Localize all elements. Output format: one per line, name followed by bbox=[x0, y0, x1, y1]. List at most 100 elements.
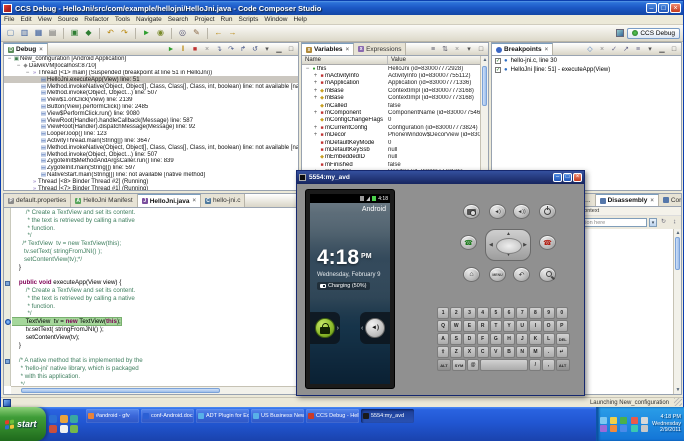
menu-help[interactable]: Help bbox=[293, 16, 306, 23]
task-marker-icon[interactable] bbox=[4, 279, 11, 287]
debug-tree-item[interactable]: » Thread [<8> Binder Thread #2] (Running) bbox=[4, 178, 298, 185]
tray-icon-4[interactable] bbox=[630, 416, 638, 424]
search-icon[interactable]: ◎ bbox=[176, 27, 189, 40]
debug-stack-frame[interactable]: ▤ Method.invokeNative(Object, Object[], C… bbox=[4, 144, 298, 151]
resume-icon[interactable]: ► bbox=[166, 44, 176, 55]
variable-row[interactable]: ■ mDefaultKeySsb null bbox=[302, 146, 488, 153]
end-call-button[interactable]: ☎ bbox=[539, 235, 556, 250]
tree-expander-icon[interactable]: + bbox=[312, 95, 319, 101]
tree-expander-icon[interactable]: − bbox=[304, 66, 311, 72]
key-l[interactable]: L bbox=[542, 333, 555, 345]
key-/[interactable]: / bbox=[529, 359, 542, 371]
key-0[interactable]: 0 bbox=[555, 307, 568, 319]
tray-icon-7[interactable] bbox=[610, 424, 618, 432]
variable-row[interactable]: − ● this HelloJni (id=830007772928) bbox=[302, 65, 488, 72]
run-icon[interactable]: ► bbox=[140, 27, 153, 40]
variable-row[interactable]: ◆ mConfigChangeFlags 0 bbox=[302, 117, 488, 124]
tray-icon-1[interactable] bbox=[600, 416, 607, 424]
menu-refactor[interactable]: Refactor bbox=[84, 16, 109, 23]
skip-breakpoints-icon[interactable]: ◇ bbox=[585, 44, 595, 55]
lock-icon[interactable] bbox=[315, 318, 335, 338]
key-alt[interactable]: ALT bbox=[437, 359, 451, 371]
debug-stack-frame[interactable]: ▤ NativeStart.main(String[]) line: not av… bbox=[4, 172, 298, 179]
debug-stack-frame[interactable]: ▤ Looper.loop() line: 123 bbox=[4, 131, 298, 138]
tray-icon-9[interactable] bbox=[630, 424, 638, 432]
close-icon[interactable]: × bbox=[650, 198, 654, 204]
key-↵[interactable]: ↵ bbox=[555, 346, 568, 358]
key-7[interactable]: 7 bbox=[516, 307, 529, 319]
step-into-icon[interactable]: ↴ bbox=[214, 44, 224, 55]
breakpoint-checkbox[interactable]: ✓ bbox=[495, 57, 501, 64]
navigate-icon[interactable]: ↨ bbox=[670, 218, 679, 227]
key-1[interactable]: 1 bbox=[437, 307, 450, 319]
tray-icon-2[interactable] bbox=[610, 416, 618, 424]
tab-breakpoints[interactable]: Breakpoints × bbox=[492, 43, 554, 55]
key-f[interactable]: F bbox=[476, 333, 489, 345]
tree-expander-icon[interactable]: − bbox=[15, 63, 22, 69]
welcome-icon[interactable] bbox=[3, 398, 11, 407]
key-c[interactable]: C bbox=[476, 346, 489, 358]
key-9[interactable]: 9 bbox=[542, 307, 555, 319]
remove-all-icon[interactable]: ✓ bbox=[609, 44, 619, 55]
key-⇧[interactable]: ⇧ bbox=[437, 346, 450, 358]
key-@[interactable]: @ bbox=[467, 359, 480, 371]
close-icon[interactable]: × bbox=[39, 47, 43, 53]
maximize-button[interactable]: □ bbox=[658, 3, 669, 13]
debug-stack-frame[interactable]: ▤ ZygoteInit.main(String[]) line: 597 bbox=[4, 165, 298, 172]
key-o[interactable]: O bbox=[542, 320, 555, 332]
profile-icon[interactable]: ◉ bbox=[154, 27, 167, 40]
power-button[interactable] bbox=[539, 204, 556, 219]
breakpoint-item[interactable]: ✓ ● HelloJni [line: 51] - executeApp(View) bbox=[492, 65, 681, 74]
key-y[interactable]: Y bbox=[502, 320, 516, 332]
tray-icon-8[interactable] bbox=[620, 424, 628, 432]
debug-stack-frame[interactable]: ▤ Button(View).performClick() line: 2485 bbox=[4, 104, 298, 111]
dpad-left-icon[interactable]: ◀ bbox=[489, 243, 493, 248]
breakpoint-item[interactable]: ✓ ● hello-jni.c, line 30 bbox=[492, 56, 681, 65]
go-to-file-icon[interactable]: ↗ bbox=[621, 44, 631, 55]
forward-icon[interactable]: → bbox=[226, 27, 239, 40]
variable-row[interactable]: +■mDecor PhoneWindow$DecorView (id=830007… bbox=[302, 132, 488, 139]
tray-icon-3[interactable] bbox=[620, 416, 628, 424]
task-marker-icon[interactable] bbox=[4, 357, 11, 365]
quicklaunch-icon-5[interactable] bbox=[59, 425, 68, 433]
variable-row[interactable]: + ■ mComponent ComponentName (id=8300077546… bbox=[302, 109, 488, 116]
back-button[interactable]: ↶ bbox=[513, 267, 530, 282]
tree-expander-icon[interactable]: + bbox=[312, 73, 319, 79]
key-j[interactable]: J bbox=[516, 333, 529, 345]
debug-stack-frame[interactable]: ▤ View$PerformClick.run() line: 9080 bbox=[4, 110, 298, 117]
resize-grip[interactable] bbox=[674, 398, 682, 406]
maximize-view-icon[interactable]: □ bbox=[286, 44, 296, 55]
new-target-configuration-icon[interactable]: ▣ bbox=[68, 27, 81, 40]
quicklaunch-icon-2[interactable] bbox=[59, 415, 68, 423]
minimize-view-icon[interactable]: ▁ bbox=[274, 44, 284, 55]
debug-stack-frame[interactable]: ▤ View$1.onClick(View) line: 2139 bbox=[4, 97, 298, 104]
quicklaunch-icon-4[interactable] bbox=[49, 425, 57, 433]
menu-source[interactable]: Source bbox=[58, 16, 79, 23]
variable-row[interactable]: + ◆ mBase ContextImpl (id=830007773168) bbox=[302, 95, 488, 102]
key-3[interactable]: 3 bbox=[463, 307, 476, 319]
home-button[interactable]: ⌂ bbox=[463, 267, 480, 282]
key-k[interactable]: K bbox=[529, 333, 542, 345]
tray-icon-5[interactable] bbox=[640, 416, 648, 424]
tree-expander-icon[interactable]: + bbox=[312, 88, 319, 94]
key-q[interactable]: Q bbox=[437, 320, 450, 332]
column-name[interactable]: Name bbox=[302, 56, 388, 64]
minimize-button[interactable]: – bbox=[646, 3, 657, 13]
variable-row[interactable]: ■ mFinished false bbox=[302, 161, 488, 168]
tab-console[interactable]: Console bbox=[658, 194, 681, 206]
close-icon[interactable]: × bbox=[192, 198, 196, 204]
breakpoint-marker-icon[interactable] bbox=[4, 318, 11, 326]
close-icon[interactable]: × bbox=[346, 47, 350, 53]
key-g[interactable]: G bbox=[489, 333, 502, 345]
debug-stack-frame[interactable]: ▤ ZygoteInit$MethodAndArgsCaller.run() li… bbox=[4, 158, 298, 165]
maximize-view-icon[interactable]: □ bbox=[669, 44, 679, 55]
key-.[interactable]: . bbox=[542, 346, 555, 358]
menu-file[interactable]: File bbox=[4, 16, 14, 23]
variable-row[interactable]: ◆ mCalled false bbox=[302, 102, 488, 109]
sound-slider[interactable]: ‹ ◄) bbox=[360, 312, 390, 344]
aux-scrollbar[interactable]: ▲ ▼ bbox=[673, 229, 681, 394]
variable-row[interactable]: + ■ mCurrentConfig Configuration (id=830007… bbox=[302, 124, 488, 131]
menu-window[interactable]: Window bbox=[264, 16, 287, 23]
debug-icon[interactable]: ◆ bbox=[82, 27, 95, 40]
key-del[interactable]: DEL bbox=[555, 333, 570, 345]
